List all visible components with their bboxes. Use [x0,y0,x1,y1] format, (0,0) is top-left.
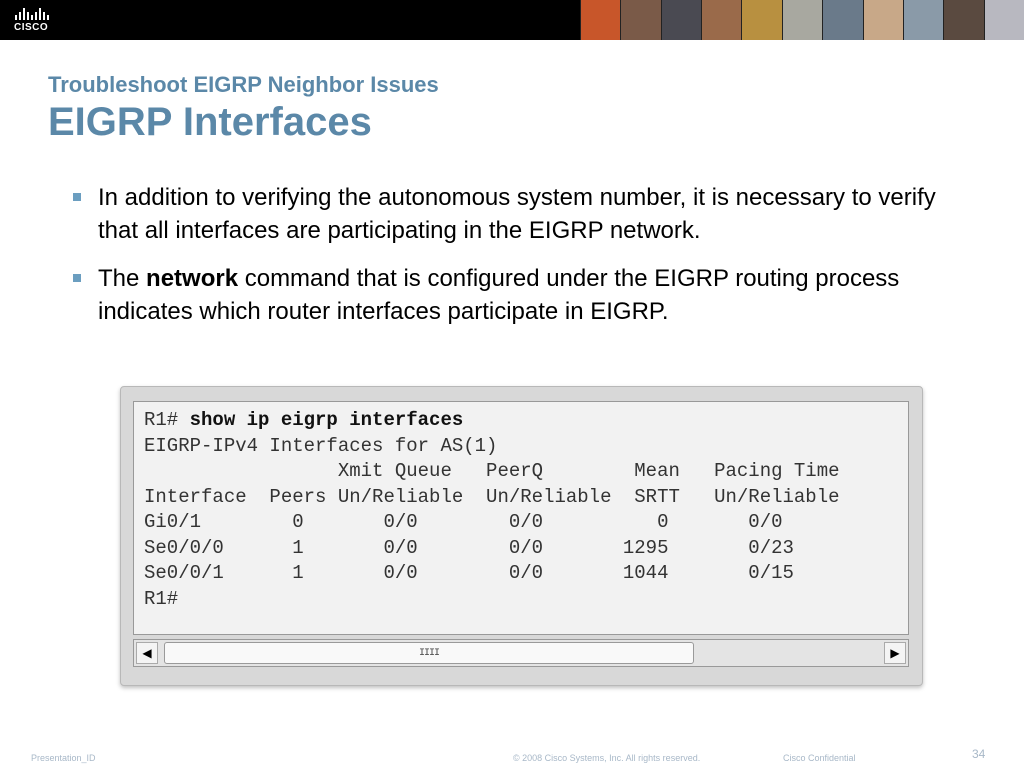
terminal-text: R1# show ip eigrp interfaces EIGRP-IPv4 … [144,408,840,612]
terminal-line: Interface Peers Un/Reliable Un/Reliable … [144,485,840,508]
terminal-line: EIGRP-IPv4 Interfaces for AS(1) [144,434,498,457]
cisco-logo: CISCO [14,8,58,34]
terminal-prompt: R1# [144,409,190,431]
footer-copyright: © 2008 Cisco Systems, Inc. All rights re… [513,753,701,763]
terminal-output-area: R1# show ip eigrp interfaces EIGRP-IPv4 … [133,401,909,635]
cisco-logo-bars-icon [15,8,58,20]
slide-subtitle: Troubleshoot EIGRP Neighbor Issues [48,72,439,97]
terminal-window: R1# show ip eigrp interfaces EIGRP-IPv4 … [120,386,923,686]
slide-title: EIGRP Interfaces [48,100,372,144]
scroll-thumb[interactable]: IIII [164,642,694,664]
terminal-command: show ip eigrp interfaces [189,409,464,431]
scroll-left-arrow-icon[interactable]: ◀ [136,642,158,664]
footer-confidential: Cisco Confidential [783,753,856,763]
terminal-line: Se0/0/0 1 0/0 0/0 1295 0/23 [144,536,794,559]
bullet-list: In addition to verifying the autonomous … [72,182,972,344]
horizontal-scrollbar[interactable]: ◀ IIII ▶ [133,639,909,667]
terminal-line: Gi0/1 0 0/0 0/0 0 0/0 [144,511,783,533]
banner-photo-strip [580,0,1024,40]
bullet-text-pre: The [98,265,147,292]
bullet-item: The network command that is configured u… [72,263,972,328]
square-bullet-icon [73,193,81,201]
bullet-text: In addition to verifying the autonomous … [98,184,936,244]
cisco-logo-text: CISCO [14,22,49,33]
page-number: 34 [972,747,986,761]
terminal-line: Xmit Queue PeerQ Mean Pacing Time [144,460,840,482]
bullet-item: In addition to verifying the autonomous … [72,182,972,247]
square-bullet-icon [73,274,81,282]
bullet-bold-keyword: network [146,265,239,292]
terminal-line: R1# [144,587,179,610]
top-banner: CISCO [0,0,1024,40]
footer-presentation-id: Presentation_ID [31,753,96,763]
terminal-line: Se0/0/1 1 0/0 0/0 1044 0/15 [144,562,794,584]
scroll-right-arrow-icon[interactable]: ▶ [884,642,906,664]
